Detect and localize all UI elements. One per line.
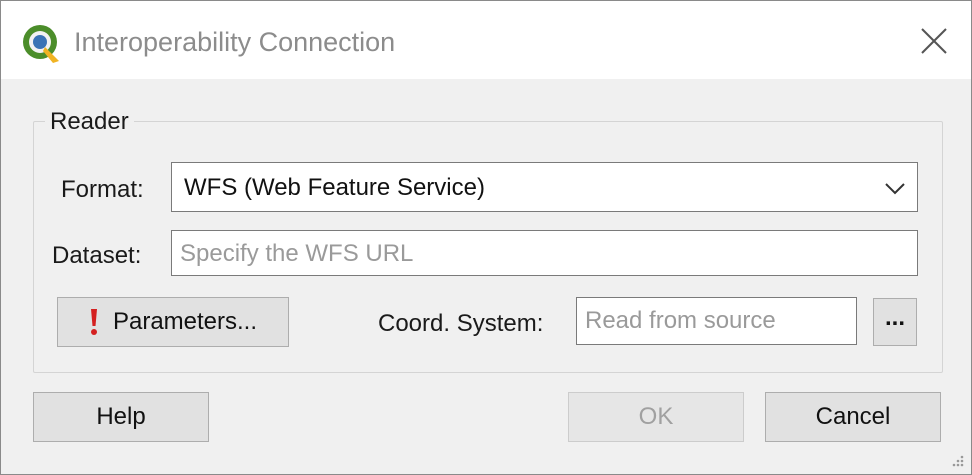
cancel-label: Cancel (815, 403, 891, 430)
coord-system-browse-button[interactable]: ... (873, 298, 917, 346)
coord-system-label: Coord. System: (378, 310, 544, 337)
exclamation-warning-icon (90, 309, 97, 335)
resize-grip-icon[interactable] (949, 452, 965, 468)
parameters-button[interactable]: Parameters... (57, 297, 289, 347)
close-icon[interactable] (907, 17, 959, 65)
dialog-window: Interoperability Connection Reader Forma… (0, 0, 972, 475)
format-select-value: WFS (Web Feature Service) (184, 174, 485, 201)
dataset-label: Dataset: (52, 242, 142, 269)
coord-system-placeholder: Read from source (585, 307, 776, 334)
reader-group-label: Reader (45, 107, 134, 137)
ok-label: OK (638, 403, 674, 430)
format-label: Format: (61, 176, 144, 203)
dataset-placeholder: Specify the WFS URL (180, 240, 414, 267)
ok-button[interactable]: OK (568, 392, 744, 442)
qgis-logo-icon (23, 25, 59, 63)
browse-label: ... (884, 304, 905, 331)
cancel-button[interactable]: Cancel (765, 392, 941, 442)
dataset-input[interactable]: Specify the WFS URL (171, 230, 918, 276)
help-button[interactable]: Help (33, 392, 209, 442)
parameters-label: Parameters... (112, 308, 258, 335)
chevron-down-icon (885, 183, 905, 195)
window-title: Interoperability Connection (74, 27, 396, 57)
coord-system-input[interactable]: Read from source (576, 297, 857, 345)
title-bar: Interoperability Connection (1, 1, 971, 79)
format-select[interactable]: WFS (Web Feature Service) (171, 162, 918, 212)
help-label: Help (96, 403, 146, 430)
